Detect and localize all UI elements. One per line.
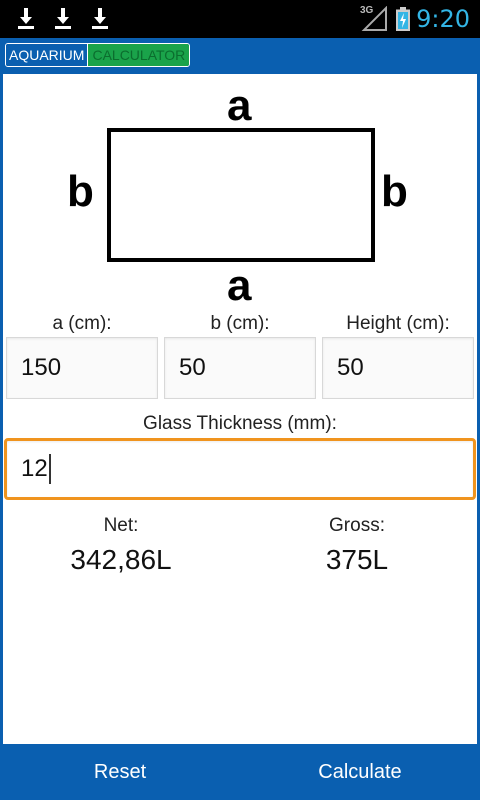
diagram-label-left: b xyxy=(67,167,94,216)
logo-part-calculator: CALCULATOR xyxy=(88,44,190,66)
a-input[interactable]: 150 xyxy=(6,337,158,399)
action-bar: Reset Calculate xyxy=(0,744,480,800)
height-label: Height (cm): xyxy=(346,313,450,334)
net-volume-value: 342,86L xyxy=(70,544,172,575)
reset-button[interactable]: Reset xyxy=(0,744,240,800)
net-label: Net: xyxy=(103,515,139,536)
glass-thickness-value: 12 xyxy=(21,455,48,482)
main-content: a a b b a (cm): b (cm): Height (cm): 150… xyxy=(3,74,477,744)
download-icon xyxy=(51,6,75,30)
app-title-bar: AQUARIUM CALCULATOR xyxy=(0,38,480,74)
download-icon xyxy=(88,6,112,30)
a-label: a (cm): xyxy=(52,313,112,334)
height-input[interactable]: 50 xyxy=(322,337,474,399)
dimension-diagram: a a b b xyxy=(3,74,477,310)
tank-outline xyxy=(107,128,375,262)
battery-charging-icon xyxy=(396,7,410,31)
a-input-value: 150 xyxy=(21,354,62,381)
b-input[interactable]: 50 xyxy=(164,337,316,399)
text-cursor xyxy=(48,454,51,484)
signal-icon xyxy=(358,5,388,32)
app-logo: AQUARIUM CALCULATOR xyxy=(5,43,191,67)
clock: 9:20 xyxy=(416,5,470,33)
diagram-label-right: b xyxy=(381,167,408,216)
download-icon xyxy=(14,6,38,30)
diagram-label-bottom: a xyxy=(227,261,252,310)
height-input-value: 50 xyxy=(337,354,364,381)
b-label: b (cm): xyxy=(210,313,270,334)
calculate-button[interactable]: Calculate xyxy=(240,744,480,800)
glass-thickness-label: Glass Thickness (mm): xyxy=(143,413,337,434)
gross-label: Gross: xyxy=(329,515,385,536)
gross-volume-value: 375L xyxy=(325,544,389,575)
status-bar: 3G 9:20 xyxy=(0,0,480,38)
glass-thickness-input[interactable]: 12 xyxy=(4,438,476,500)
logo-part-aquarium: AQUARIUM xyxy=(6,44,89,66)
b-input-value: 50 xyxy=(179,354,206,381)
diagram-label-top: a xyxy=(227,81,252,130)
